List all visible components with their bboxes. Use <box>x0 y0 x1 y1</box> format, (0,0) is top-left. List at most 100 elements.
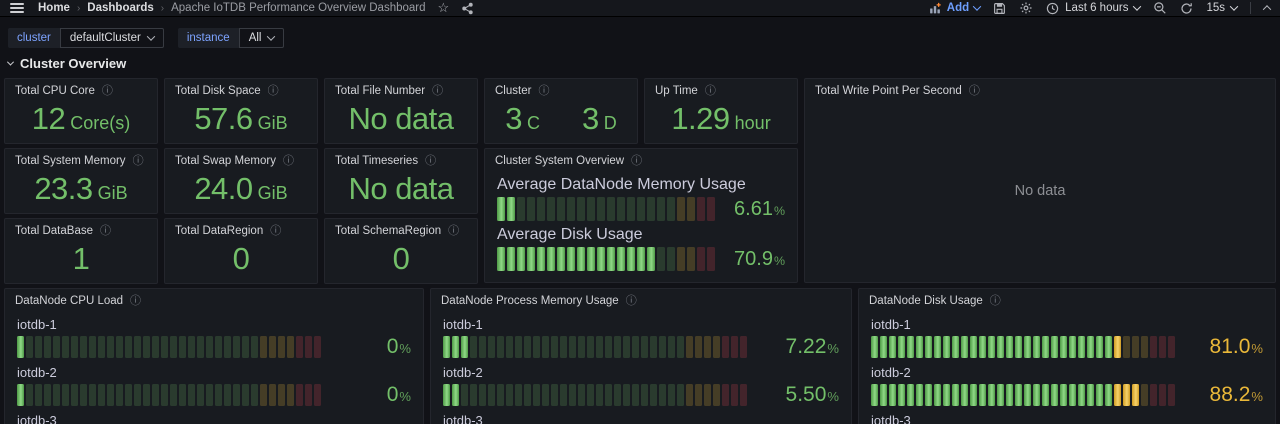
panel-title: Total System Memory <box>15 155 126 167</box>
info-icon[interactable]: ⓘ <box>283 156 294 167</box>
gauge-row-iotdb-1: iotdb-1 81.0% <box>871 317 1263 359</box>
add-panel-button[interactable]: Add <box>928 2 980 15</box>
top-nav-bar: Home › Dashboards › Apache IoTDB Perform… <box>0 0 1280 17</box>
share-icon[interactable] <box>461 2 474 15</box>
breadcrumb-dashboards[interactable]: Dashboards <box>87 2 153 14</box>
chevron-down-icon <box>267 32 275 40</box>
gauge-value: 7.22% <box>763 335 839 359</box>
info-icon[interactable]: ⓘ <box>626 296 637 307</box>
info-icon[interactable]: ⓘ <box>425 156 436 167</box>
gauge-label: iotdb-1 <box>871 317 1263 332</box>
collapse-topnav-icon[interactable] <box>1264 5 1270 11</box>
gauge-label: iotdb-2 <box>871 365 1263 380</box>
stat-value: 57.6 <box>194 101 252 137</box>
info-icon[interactable]: ⓘ <box>705 86 716 97</box>
info-icon[interactable]: ⓘ <box>268 86 279 97</box>
panel-datanode-process-memory-usage: DataNode Process Memory Usage ⓘ iotdb-1 7… <box>430 288 852 424</box>
panel-title: Total Swap Memory <box>175 155 276 167</box>
stat-value: 0 <box>233 241 250 277</box>
menu-icon[interactable] <box>10 3 24 13</box>
panel-title: Total File Number <box>335 85 425 97</box>
panel-total-system-memory: Total System Memoryⓘ 23.3GiB <box>4 148 158 214</box>
gauge-row-iotdb-2: iotdb-2 88.2% <box>871 365 1263 407</box>
led-gauge-bar <box>443 336 753 358</box>
info-icon[interactable]: ⓘ <box>270 226 281 237</box>
stat-value-datanode: 3 <box>582 101 599 137</box>
panel-title: Total DataBase <box>15 225 93 237</box>
panel-datanode-cpu-load: DataNode CPU Load ⓘ iotdb-1 0% iotdb-2 0%… <box>4 288 424 424</box>
panel-datanode-disk-usage: DataNode Disk Usageⓘ iotdb-1 81.0% iotdb… <box>858 288 1276 424</box>
gauge-label: Average DataNode Memory Usage <box>497 176 785 194</box>
panel-title: Total SchemaRegion <box>335 225 441 237</box>
stat-unit: Core(s) <box>70 113 130 134</box>
led-gauge-bar <box>871 336 1177 358</box>
gauge-row-iotdb-1: iotdb-1 7.22% <box>443 317 839 359</box>
variable-instance-select[interactable]: All <box>239 28 285 48</box>
info-icon[interactable]: ⓘ <box>130 296 141 307</box>
gauge-row-iotdb-3: iotdb-3 0% <box>17 413 411 424</box>
no-data-message: No data <box>805 99 1275 282</box>
stat-unit: GiB <box>98 183 128 204</box>
breadcrumb-current-dashboard: Apache IoTDB Performance Overview Dashbo… <box>171 2 425 14</box>
panel-title: Total Timeseries <box>335 155 418 167</box>
panel-title: Total DataRegion <box>175 225 263 237</box>
chevron-down-icon <box>1230 2 1238 10</box>
stat-unit: GiB <box>258 183 288 204</box>
led-gauge-bar <box>497 197 724 221</box>
gauge-row-iotdb-2: iotdb-2 5.50% <box>443 365 839 407</box>
breadcrumb-home[interactable]: Home <box>38 2 70 14</box>
settings-gear-icon[interactable] <box>1019 1 1033 15</box>
panel-total-schemaregion: Total SchemaRegion ⓘ 0 <box>324 218 478 284</box>
stat-value: 0 <box>393 241 410 277</box>
row-header-cluster-overview[interactable]: Cluster Overview <box>8 56 126 71</box>
info-icon[interactable]: ⓘ <box>969 86 980 97</box>
topnav-actions: Add Last 6 hours <box>928 1 1270 15</box>
save-dashboard-icon[interactable] <box>993 2 1006 15</box>
info-icon[interactable]: ⓘ <box>102 86 113 97</box>
panel-total-timeseries: Total Timeseries ⓘ No data <box>324 148 478 214</box>
info-icon[interactable]: ⓘ <box>133 156 144 167</box>
panel-title: Total Write Point Per Second <box>815 85 962 97</box>
info-icon[interactable]: ⓘ <box>631 156 642 167</box>
info-icon[interactable]: ⓘ <box>538 86 549 97</box>
panel-total-swap-memory: Total Swap Memoryⓘ 24.0GiB <box>164 148 318 214</box>
gauge-label: iotdb-3 <box>443 413 839 424</box>
led-gauge-bar <box>17 384 325 406</box>
panel-title: DataNode Process Memory Usage <box>441 295 619 307</box>
gauge-label: iotdb-1 <box>17 317 411 332</box>
refresh-interval-picker[interactable]: 15s <box>1206 2 1237 14</box>
panel-title: DataNode CPU Load <box>15 295 123 307</box>
info-icon[interactable]: ⓘ <box>448 226 459 237</box>
panel-title: Total Disk Space <box>175 85 261 97</box>
add-visualization-icon <box>928 2 942 15</box>
variable-cluster-select[interactable]: defaultCluster <box>60 28 164 48</box>
gauge-value: 5.50% <box>763 383 839 407</box>
stat-value: 1 <box>73 241 90 277</box>
gauge-row-avg-memory: Average DataNode Memory Usage 6.61% <box>497 176 785 221</box>
gauge-label: iotdb-2 <box>17 365 411 380</box>
info-icon[interactable]: ⓘ <box>990 296 1001 307</box>
favorite-star-icon[interactable]: ☆ <box>438 0 450 16</box>
gauge-value: 70.9% <box>734 248 785 271</box>
panel-total-disk-space: Total Disk Spaceⓘ 57.6GiB <box>164 78 318 144</box>
info-icon[interactable]: ⓘ <box>432 86 443 97</box>
dashboard-variables: cluster defaultCluster instance All <box>8 28 284 48</box>
gauge-value: 0% <box>335 383 411 407</box>
gauge-label: iotdb-3 <box>871 413 1263 424</box>
stat-value: No data <box>348 101 453 137</box>
time-range-picker[interactable]: Last 6 hours <box>1046 2 1140 15</box>
stat-value: 12 <box>32 101 65 137</box>
info-icon[interactable]: ⓘ <box>100 226 111 237</box>
clock-icon <box>1046 2 1059 15</box>
refresh-icon[interactable] <box>1180 2 1193 15</box>
variable-instance-label: instance <box>178 28 239 48</box>
panel-total-write-point-per-second: Total Write Point Per Second ⓘ No data <box>804 78 1276 283</box>
panel-total-cpu-core: Total CPU Coreⓘ 12Core(s) <box>4 78 158 144</box>
stat-value: No data <box>348 171 453 207</box>
zoom-out-icon[interactable] <box>1153 1 1167 15</box>
breadcrumb-separator-icon: › <box>77 3 80 14</box>
gauge-label: iotdb-3 <box>17 413 411 424</box>
gauge-row-iotdb-2: iotdb-2 0% <box>17 365 411 407</box>
gauge-label: iotdb-1 <box>443 317 839 332</box>
gauge-value: 88.2% <box>1187 383 1263 407</box>
